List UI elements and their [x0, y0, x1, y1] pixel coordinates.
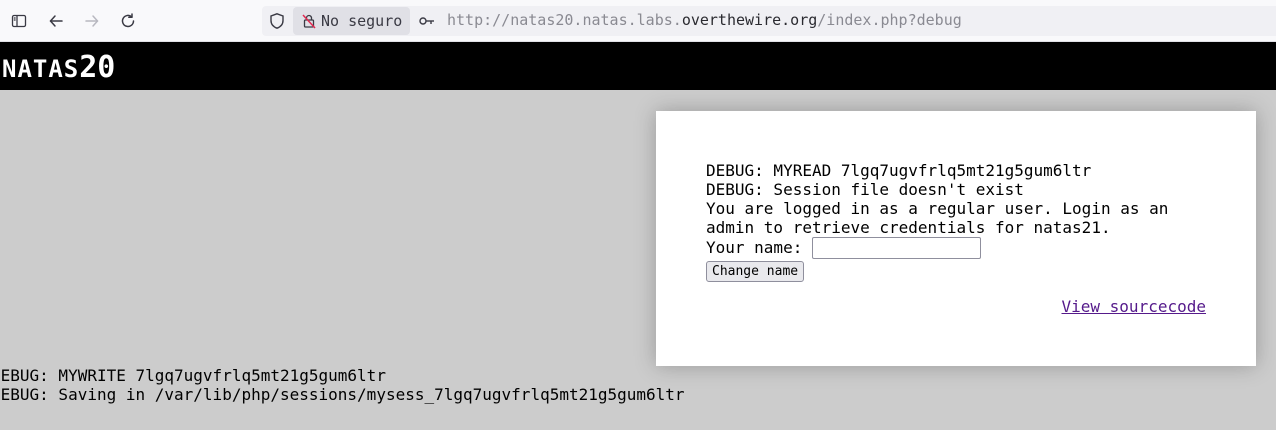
forward-arrow-icon[interactable]: [79, 8, 105, 34]
sidebar-icon[interactable]: [6, 8, 32, 34]
content-box: DEBUG: MYREAD 7lgq7ugvfrlq5mt21g5gum6ltr…: [656, 111, 1256, 366]
debug-saving-line: DEBUG: Saving in /var/lib/php/sessions/m…: [0, 385, 685, 404]
key-icon[interactable]: [418, 12, 436, 30]
name-label: Your name:: [706, 238, 803, 257]
login-message: You are logged in as a regular user. Log…: [706, 199, 1179, 237]
page-title: NATAS20: [2, 50, 115, 85]
url-domain: overthewire.org: [681, 11, 818, 29]
back-arrow-icon[interactable]: [43, 8, 69, 34]
debug-session-line: DEBUG: Session file doesn't exist: [706, 180, 1024, 199]
lock-slash-icon: [302, 14, 316, 29]
url-text[interactable]: http://natas20.natas.labs.overthewire.or…: [447, 11, 962, 29]
content-inner: DEBUG: MYREAD 7lgq7ugvfrlq5mt21g5gum6ltr…: [706, 161, 1216, 282]
security-label: No seguro: [321, 12, 403, 30]
name-row: Your name:: [706, 236, 1216, 259]
name-input[interactable]: [812, 236, 982, 259]
url-prefix: http://natas20.natas.labs.: [447, 11, 682, 29]
debug-write-line: DEBUG: MYWRITE 7lgq7ugvfrlq5mt21g5gum6lt…: [0, 366, 386, 385]
debug-read-line: DEBUG: MYREAD 7lgq7ugvfrlq5mt21g5gum6ltr: [706, 161, 1092, 180]
change-name-button[interactable]: Change name: [706, 261, 805, 282]
security-indicator[interactable]: No seguro: [293, 7, 411, 35]
reload-icon[interactable]: [115, 8, 141, 34]
title-word: NATAS: [2, 55, 80, 83]
shield-icon[interactable]: [268, 12, 286, 30]
bottom-debug-output: DEBUG: MYWRITE 7lgq7ugvfrlq5mt21g5gum6lt…: [0, 366, 685, 404]
view-sourcecode-link[interactable]: View sourcecode: [1062, 297, 1207, 316]
url-suffix: /index.php?debug: [817, 11, 962, 29]
title-number: 20: [79, 50, 116, 85]
natas-header: NATAS20: [0, 42, 1276, 90]
browser-toolbar: No seguro http://natas20.natas.labs.over…: [0, 0, 1276, 42]
